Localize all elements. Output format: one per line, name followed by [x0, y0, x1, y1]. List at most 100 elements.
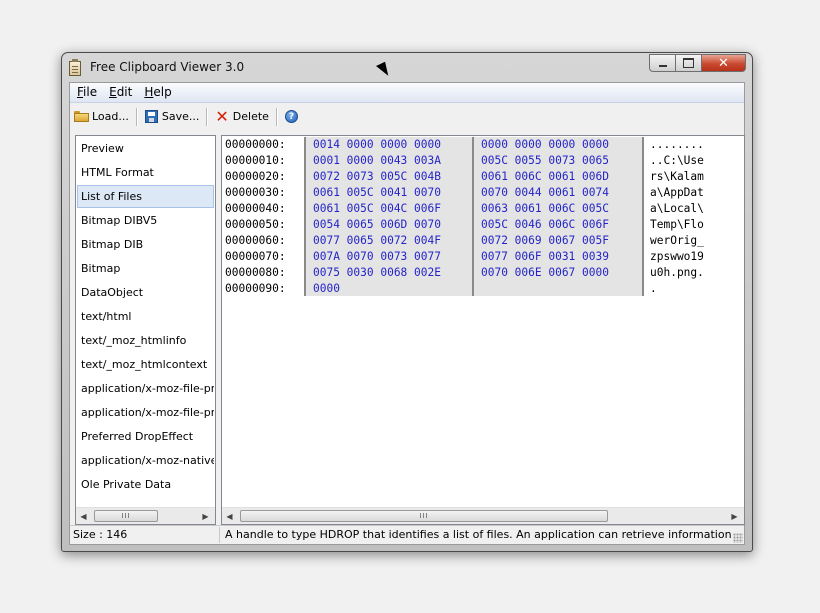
format-list-item[interactable]: application/x-moz-file-promise — [77, 401, 214, 424]
format-list-item[interactable]: Preferred DropEffect — [77, 425, 214, 448]
hex-row: 00000090: 0000. — [225, 281, 740, 297]
menu-label: elp — [153, 85, 172, 99]
hex-ascii: . — [650, 282, 657, 295]
hex-ascii: rs\Kalam — [650, 170, 704, 183]
menu-file[interactable]: File — [70, 83, 103, 102]
menu-bar: File Edit Help — [70, 83, 744, 103]
toolbar-separator — [275, 107, 278, 126]
save-label: Save... — [161, 110, 200, 123]
hex-row: 00000010: 0001 0000 0043 003A 005C 0055 00… — [225, 153, 740, 169]
maximize-icon — [683, 58, 694, 68]
scroll-left-icon[interactable]: ◀ — [76, 508, 91, 524]
status-description: A handle to type HDROP that identifies a… — [225, 528, 733, 541]
folder-open-icon — [74, 111, 89, 122]
hex-ascii: u0h.png. — [650, 266, 704, 279]
format-list-item[interactable]: text/_moz_htmlinfo — [77, 329, 214, 352]
hex-row: 00000030: 0061 005C 0041 0070 0070 0044 00… — [225, 185, 740, 201]
close-button[interactable]: ✕ — [701, 54, 746, 72]
hex-ascii: werOrig_ — [650, 234, 704, 247]
hex-bytes-group-2: 0061 006C 0061 006D — [481, 170, 609, 183]
menu-help[interactable]: Help — [138, 83, 177, 102]
hex-address: 00000050: — [225, 218, 286, 231]
app-window: Free Clipboard Viewer 3.0 ✕ File Edit Help… — [61, 52, 753, 552]
hex-bytes-group-1: 0054 0065 006D 0070 — [313, 218, 441, 231]
hex-ascii: a\Local\ — [650, 202, 704, 215]
format-list-item[interactable]: Bitmap — [77, 257, 214, 280]
hex-ascii: zpswwo19 — [650, 250, 704, 263]
hex-bytes-group-1: 0072 0073 005C 004B — [313, 170, 441, 183]
hex-row: 00000060: 0077 0065 0072 004F 0072 0069 00… — [225, 233, 740, 249]
hex-address: 00000040: — [225, 202, 286, 215]
hex-row: 00000050: 0054 0065 006D 0070 005C 0046 00… — [225, 217, 740, 233]
format-list-item[interactable]: application/x-moz-nativeimage — [77, 449, 214, 472]
menu-label: dit — [116, 85, 133, 99]
hex-bytes-group-1: 0014 0000 0000 0000 — [313, 138, 441, 151]
title-bar[interactable]: Free Clipboard Viewer 3.0 ✕ — [62, 53, 752, 81]
hex-bytes-group-2: 005C 0055 0073 0065 — [481, 154, 609, 167]
clipboard-icon[interactable] — [69, 59, 81, 76]
format-list-item[interactable]: Preview — [77, 137, 214, 160]
hex-bytes-group-2: 0077 006F 0031 0039 — [481, 250, 609, 263]
format-list-item[interactable]: Bitmap DIBV5 — [77, 209, 214, 232]
minimize-button[interactable] — [649, 54, 675, 72]
hex-address: 00000080: — [225, 266, 286, 279]
save-button[interactable]: Save... — [141, 106, 204, 128]
floppy-disk-icon — [144, 110, 158, 123]
status-size: Size : 146 — [73, 528, 128, 541]
format-list-item[interactable]: HTML Format — [77, 161, 214, 184]
delete-button[interactable]: ✕ Delete — [211, 106, 273, 128]
resize-grip-icon[interactable] — [733, 533, 743, 543]
hex-bytes-group-1: 0000 — [313, 282, 340, 295]
hex-bytes-group-1: 0061 005C 004C 006F — [313, 202, 441, 215]
hex-bytes-group-2: 0070 006E 0067 0000 — [481, 266, 609, 279]
format-list[interactable]: Ole Private Dataapplication/x-moz-native… — [75, 135, 216, 525]
red-x-icon: ✕ — [215, 106, 229, 126]
help-button[interactable]: ? — [281, 106, 302, 128]
scroll-thumb[interactable]: III — [240, 510, 608, 522]
hex-bytes-group-1: 0061 005C 0041 0070 — [313, 186, 441, 199]
format-list-item[interactable]: List of Files — [77, 185, 214, 208]
hex-address: 00000030: — [225, 186, 286, 199]
toolbar: Load... Save... ✕ Delete ? — [70, 103, 744, 130]
close-icon: ✕ — [718, 55, 729, 71]
help-circle-icon: ? — [284, 110, 298, 123]
menu-label: ile — [83, 85, 98, 99]
menu-accelerator: E — [109, 85, 117, 99]
hex-bytes-group-1: 0001 0000 0043 003A — [313, 154, 441, 167]
hex-address: 00000020: — [225, 170, 286, 183]
format-list-item[interactable]: text/_moz_htmlcontext — [77, 353, 214, 376]
hex-ascii: a\AppDat — [650, 186, 704, 199]
delete-label: Delete — [232, 110, 269, 123]
scroll-right-icon[interactable]: ▶ — [727, 508, 742, 524]
client-area: File Edit Help Load... Save... ✕ Delete ? … — [69, 82, 745, 545]
hex-address: 00000090: — [225, 282, 286, 295]
maximize-button[interactable] — [675, 54, 701, 72]
hex-bytes-group-1: 0077 0065 0072 004F — [313, 234, 441, 247]
format-list-hscroll[interactable]: ◀ III ▶ — [76, 507, 215, 524]
hex-bytes-group-2: 0000 0000 0000 0000 — [481, 138, 609, 151]
hex-address: 00000060: — [225, 234, 286, 247]
hex-bytes-group-1: 007A 0070 0073 0077 — [313, 250, 441, 263]
hex-address: 00000010: — [225, 154, 286, 167]
hex-row: 00000000: 0014 0000 0000 0000 0000 0000 00… — [225, 137, 740, 153]
format-list-item[interactable]: DataObject — [77, 281, 214, 304]
hex-view[interactable]: ◀ III ▶ 00000000: 0014 0000 0000 0000 0000… — [221, 135, 745, 525]
format-list-item[interactable]: application/x-moz-file-promise — [77, 377, 214, 400]
toolbar-separator — [135, 107, 138, 126]
menu-edit[interactable]: Edit — [103, 83, 138, 102]
scroll-thumb[interactable]: III — [94, 510, 158, 522]
hex-ascii: ........ — [650, 138, 704, 151]
hex-row: 00000040: 0061 005C 004C 006F 0063 0061 00… — [225, 201, 740, 217]
format-list-item[interactable]: Bitmap DIB — [77, 233, 214, 256]
format-list-item[interactable]: text/html — [77, 305, 214, 328]
scroll-left-icon[interactable]: ◀ — [222, 508, 237, 524]
hex-bytes-group-1: 0075 0030 0068 002E — [313, 266, 441, 279]
format-list-item[interactable]: Ole Private Data — [77, 473, 214, 496]
hex-row: 00000070: 007A 0070 0073 0077 0077 006F 00… — [225, 249, 740, 265]
load-button[interactable]: Load... — [70, 106, 133, 128]
hex-bytes-group-2: 005C 0046 006C 006F — [481, 218, 609, 231]
status-bar: Size : 146 A handle to type HDROP that i… — [70, 525, 744, 544]
minimize-icon — [658, 64, 667, 67]
hex-view-hscroll[interactable]: ◀ III ▶ — [222, 507, 744, 524]
scroll-right-icon[interactable]: ▶ — [198, 508, 213, 524]
